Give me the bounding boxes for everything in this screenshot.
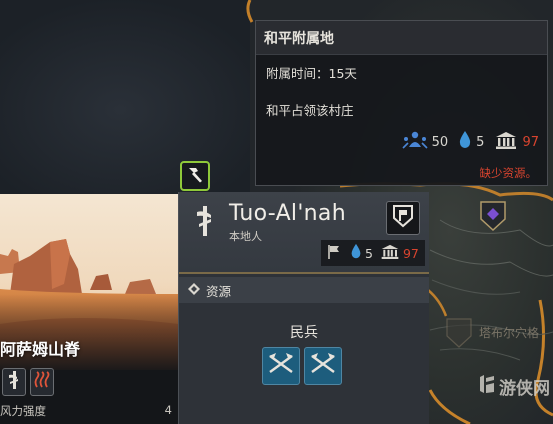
influence-cost: 50 — [431, 134, 449, 150]
tribe-emblem-icon — [195, 204, 215, 242]
tooltip-duration: 附属时间：15天 — [266, 66, 357, 81]
village-shield-button[interactable] — [386, 201, 420, 235]
annex-tooltip: 和平附属地 附属时间：15天 和平占领该村庄 50 5 97 缺少资源。 — [255, 20, 548, 186]
region-panel: 阿萨姆山脊 风力强度 4 — [0, 194, 178, 424]
water-icon — [350, 243, 362, 263]
village-name: Tuo-Al'nah — [229, 201, 346, 226]
village-treasury-cost: 97 — [402, 245, 419, 261]
resources-label: 资源 — [206, 283, 232, 299]
militia-label: 民兵 — [290, 325, 318, 341]
wind-strength-value: 4 — [164, 403, 172, 417]
crossed-spears-icon — [267, 351, 295, 381]
village-header: Tuo-Al'nah 本地人 5 97 — [179, 192, 429, 274]
tooltip-title: 和平附属地 — [256, 21, 547, 55]
water-icon — [458, 130, 472, 154]
village-water-cost: 5 — [365, 245, 373, 261]
wind-strength-label: 风力强度 — [0, 404, 46, 418]
tribe-glyph-icon — [7, 370, 21, 394]
map-village-marker[interactable] — [480, 201, 506, 232]
watermark-logo-icon — [478, 374, 496, 399]
militia-units — [262, 347, 342, 385]
tooltip-description: 和平占领该村庄 — [266, 103, 354, 118]
landmark-shield-icon — [446, 318, 472, 348]
landmark-name: 塔布尔穴格 — [479, 326, 540, 340]
diamond-icon — [188, 282, 200, 298]
wind-strength-row: 风力强度 4 — [0, 403, 172, 419]
tooltip-costs: 50 5 97 — [402, 129, 539, 155]
heat-waves-icon — [33, 371, 51, 393]
hammer-icon — [185, 164, 205, 188]
village-panel: Tuo-Al'nah 本地人 5 97 资源 民兵 — [178, 192, 429, 424]
treasury-icon — [494, 130, 518, 154]
water-cost: 5 — [476, 134, 485, 150]
culture-tag[interactable] — [2, 368, 26, 396]
watermark-text: 游侠网 — [499, 379, 550, 399]
climate-tag[interactable] — [30, 368, 54, 396]
site-watermark: 游侠网 — [478, 374, 550, 399]
treasury-icon — [380, 243, 400, 263]
shield-flag-icon — [392, 204, 414, 232]
village-costs: 5 97 — [321, 240, 425, 266]
flag-icon — [327, 244, 341, 263]
missing-resources-warning: 缺少资源。 — [479, 166, 538, 180]
map-landmark[interactable]: 塔布尔穴格 — [446, 318, 553, 348]
region-name: 阿萨姆山脊 — [0, 340, 81, 359]
region-tags — [2, 368, 54, 396]
annex-hammer-button[interactable] — [180, 161, 210, 191]
influence-icon — [402, 129, 428, 155]
crossed-spears-icon — [309, 351, 337, 381]
militia-unit-slot[interactable] — [262, 347, 300, 385]
treasury-cost: 97 — [522, 134, 539, 150]
militia-unit-slot[interactable] — [304, 347, 342, 385]
resources-section-header[interactable]: 资源 — [179, 277, 429, 303]
village-owner: 本地人 — [229, 230, 262, 243]
